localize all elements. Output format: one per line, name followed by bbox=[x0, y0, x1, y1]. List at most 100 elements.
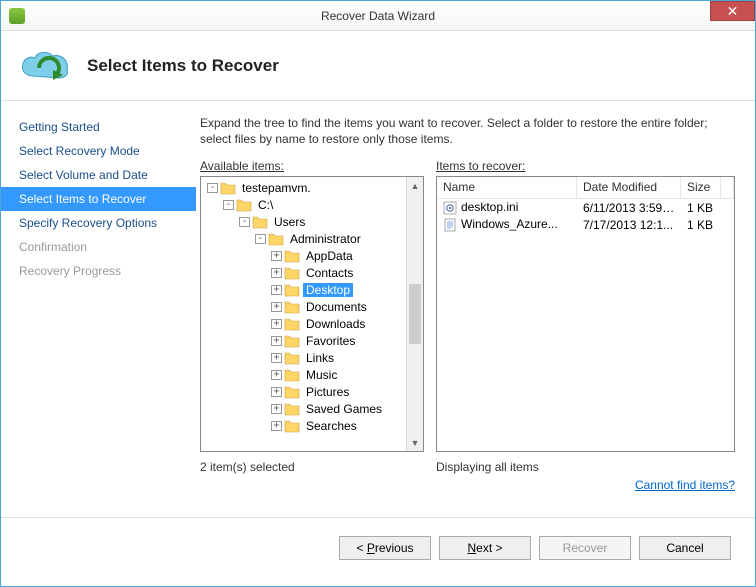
folder-icon bbox=[284, 419, 300, 433]
expand-icon[interactable]: + bbox=[271, 421, 282, 431]
folder-icon bbox=[236, 198, 252, 212]
file-date: 6/11/2013 3:59 ... bbox=[577, 201, 681, 215]
tree-node-label[interactable]: Searches bbox=[303, 419, 360, 433]
tree-node-favorites[interactable]: + Favorites bbox=[201, 332, 406, 349]
tree-scrollbar[interactable]: ▲ ▼ bbox=[406, 177, 423, 451]
wizard-step-0[interactable]: Getting Started bbox=[1, 115, 196, 139]
column-size[interactable]: Size bbox=[681, 177, 721, 198]
tree-node-label[interactable]: Pictures bbox=[303, 385, 352, 399]
tree-node-label[interactable]: testepamvm. bbox=[239, 181, 314, 195]
folder-icon bbox=[284, 351, 300, 365]
close-button[interactable]: ✕ bbox=[710, 1, 755, 21]
file-size: 1 KB bbox=[681, 201, 721, 215]
expand-icon[interactable]: + bbox=[271, 370, 282, 380]
tree-node-label[interactable]: Documents bbox=[303, 300, 370, 314]
wizard-step-3[interactable]: Select Items to Recover bbox=[1, 187, 196, 211]
collapse-icon[interactable]: - bbox=[239, 217, 250, 227]
display-status: Displaying all items bbox=[436, 460, 735, 474]
file-row[interactable]: Windows_Azure...7/17/2013 12:1...1 KB bbox=[437, 216, 734, 233]
window-title: Recover Data Wizard bbox=[1, 9, 755, 23]
tree-node-label[interactable]: Users bbox=[271, 215, 308, 229]
wizard-steps-sidebar: Getting StartedSelect Recovery ModeSelec… bbox=[1, 101, 196, 517]
next-button[interactable]: Next > bbox=[439, 536, 531, 560]
expand-icon[interactable]: + bbox=[271, 319, 282, 329]
wizard-step-2[interactable]: Select Volume and Date bbox=[1, 163, 196, 187]
expand-icon[interactable]: + bbox=[271, 285, 282, 295]
tree-node-downloads[interactable]: + Downloads bbox=[201, 315, 406, 332]
tree-node-testepamvm-[interactable]: - testepamvm. bbox=[201, 179, 406, 196]
cloud-recover-icon bbox=[19, 48, 71, 84]
wizard-step-6: Recovery Progress bbox=[1, 259, 196, 283]
expand-icon[interactable]: + bbox=[271, 268, 282, 278]
selected-count-status: 2 item(s) selected bbox=[200, 460, 424, 474]
tree-node-c-[interactable]: - C:\ bbox=[201, 196, 406, 213]
collapse-icon[interactable]: - bbox=[223, 200, 234, 210]
wizard-step-4[interactable]: Specify Recovery Options bbox=[1, 211, 196, 235]
folder-icon bbox=[284, 283, 300, 297]
cannot-find-items-link[interactable]: Cannot find items? bbox=[635, 478, 735, 492]
tree-node-label[interactable]: AppData bbox=[303, 249, 356, 263]
tree-node-label[interactable]: Music bbox=[303, 368, 340, 382]
available-items-label: Available items: bbox=[200, 159, 424, 173]
tree-node-saved-games[interactable]: + Saved Games bbox=[201, 400, 406, 417]
folder-icon bbox=[220, 181, 236, 195]
tree-node-label[interactable]: Contacts bbox=[303, 266, 356, 280]
expand-icon[interactable]: + bbox=[271, 336, 282, 346]
scroll-up-arrow[interactable]: ▲ bbox=[407, 177, 423, 194]
file-icon bbox=[443, 218, 457, 232]
collapse-icon[interactable]: - bbox=[207, 183, 218, 193]
tree-node-searches[interactable]: + Searches bbox=[201, 417, 406, 434]
scroll-thumb[interactable] bbox=[409, 284, 421, 344]
tree-node-label[interactable]: Favorites bbox=[303, 334, 358, 348]
wizard-step-5: Confirmation bbox=[1, 235, 196, 259]
tree-node-label[interactable]: Downloads bbox=[303, 317, 368, 331]
tree-node-label[interactable]: Desktop bbox=[303, 283, 353, 297]
tree-node-documents[interactable]: + Documents bbox=[201, 298, 406, 315]
file-row[interactable]: desktop.ini 6/11/2013 3:59 ...1 KB bbox=[437, 199, 734, 216]
tree-node-label[interactable]: C:\ bbox=[255, 198, 276, 212]
tree-node-desktop[interactable]: + Desktop bbox=[201, 281, 406, 298]
instructions-text: Expand the tree to find the items you wa… bbox=[200, 115, 735, 147]
column-date-modified[interactable]: Date Modified bbox=[577, 177, 681, 198]
file-size: 1 KB bbox=[681, 218, 721, 232]
list-header[interactable]: Name Date Modified Size bbox=[437, 177, 734, 199]
folder-icon bbox=[284, 317, 300, 331]
file-name: desktop.ini bbox=[461, 200, 518, 214]
items-to-recover-list[interactable]: Name Date Modified Size desktop.ini 6/11/… bbox=[436, 176, 735, 452]
tree-node-appdata[interactable]: + AppData bbox=[201, 247, 406, 264]
folder-icon bbox=[268, 232, 284, 246]
wizard-footer: < Previous Next > Recover Cancel bbox=[1, 517, 755, 577]
tree-node-links[interactable]: + Links bbox=[201, 349, 406, 366]
folder-icon bbox=[284, 266, 300, 280]
tree-node-contacts[interactable]: + Contacts bbox=[201, 264, 406, 281]
scroll-down-arrow[interactable]: ▼ bbox=[407, 434, 423, 451]
expand-icon[interactable]: + bbox=[271, 404, 282, 414]
available-items-tree[interactable]: -testepamvm.-C:\-Users-Administrator+App… bbox=[200, 176, 424, 452]
folder-icon bbox=[252, 215, 268, 229]
file-icon bbox=[443, 201, 457, 215]
folder-icon bbox=[284, 402, 300, 416]
collapse-icon[interactable]: - bbox=[255, 234, 266, 244]
file-name: Windows_Azure... bbox=[461, 217, 558, 231]
expand-icon[interactable]: + bbox=[271, 302, 282, 312]
banner: Select Items to Recover bbox=[1, 31, 755, 101]
folder-icon bbox=[284, 300, 300, 314]
wizard-step-1[interactable]: Select Recovery Mode bbox=[1, 139, 196, 163]
folder-icon bbox=[284, 334, 300, 348]
tree-node-label[interactable]: Administrator bbox=[287, 232, 364, 246]
previous-button[interactable]: < Previous bbox=[339, 536, 431, 560]
recover-button[interactable]: Recover bbox=[539, 536, 631, 560]
expand-icon[interactable]: + bbox=[271, 387, 282, 397]
cancel-button[interactable]: Cancel bbox=[639, 536, 731, 560]
column-name[interactable]: Name bbox=[437, 177, 577, 198]
tree-node-music[interactable]: + Music bbox=[201, 366, 406, 383]
tree-node-label[interactable]: Links bbox=[303, 351, 337, 365]
tree-node-label[interactable]: Saved Games bbox=[303, 402, 385, 416]
folder-icon bbox=[284, 368, 300, 382]
tree-node-administrator[interactable]: - Administrator bbox=[201, 230, 406, 247]
tree-node-pictures[interactable]: + Pictures bbox=[201, 383, 406, 400]
tree-node-users[interactable]: - Users bbox=[201, 213, 406, 230]
expand-icon[interactable]: + bbox=[271, 251, 282, 261]
titlebar: Recover Data Wizard ✕ bbox=[1, 1, 755, 31]
expand-icon[interactable]: + bbox=[271, 353, 282, 363]
